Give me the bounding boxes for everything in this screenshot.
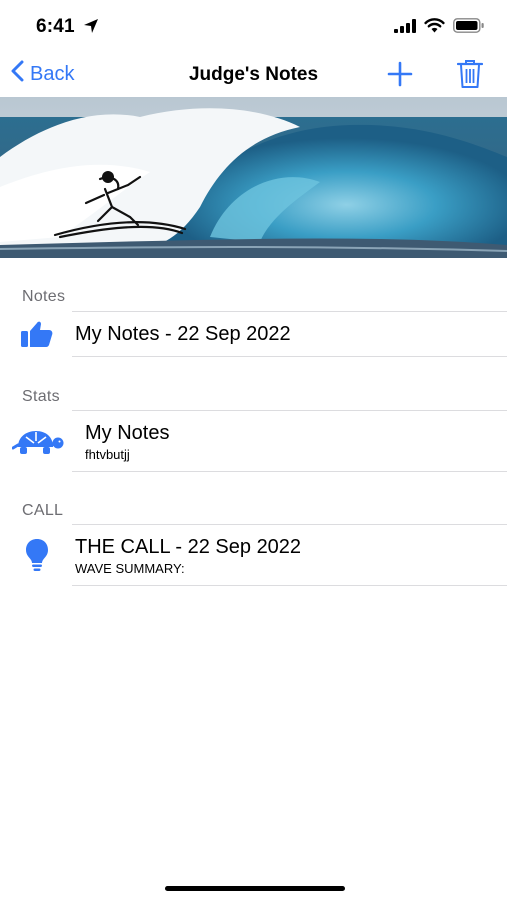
- section-header-notes: Notes: [22, 288, 66, 305]
- trash-icon[interactable]: [456, 59, 484, 94]
- row-divider: [72, 585, 507, 586]
- cellular-signal-icon: [394, 18, 416, 38]
- list-item-notes[interactable]: My Notes - 22 Sep 2022: [0, 312, 507, 356]
- section-header-stats: Stats: [22, 388, 60, 405]
- battery-icon: [453, 18, 485, 38]
- navigation-bar: Back Judge's Notes: [0, 56, 507, 96]
- section-header-call: CALL: [22, 502, 64, 519]
- row-subtitle: fhtvbutjj: [85, 447, 130, 462]
- turtle-icon: [11, 429, 64, 462]
- row-title: My Notes - 22 Sep 2022: [75, 323, 291, 345]
- row-title: THE CALL - 22 Sep 2022: [75, 536, 302, 558]
- row-divider: [72, 471, 507, 472]
- row-title: My Notes: [85, 422, 170, 444]
- status-time: 6:41: [36, 16, 75, 37]
- hero-banner-image: [0, 97, 507, 258]
- location-arrow-icon: [83, 18, 99, 39]
- plus-icon[interactable]: [387, 61, 413, 92]
- wifi-icon: [424, 18, 445, 38]
- row-subtitle: WAVE SUMMARY:: [75, 561, 185, 576]
- thumbs-up-icon: [20, 320, 54, 353]
- list-item-call[interactable]: THE CALL - 22 Sep 2022 WAVE SUMMARY:: [0, 525, 507, 585]
- status-icons: [394, 18, 485, 38]
- row-divider: [72, 356, 507, 357]
- chevron-left-icon: [10, 60, 24, 88]
- page-title: Judge's Notes: [188, 64, 319, 85]
- back-button[interactable]: Back: [10, 60, 74, 88]
- status-bar: 6:41: [0, 0, 507, 52]
- back-button-label: Back: [30, 62, 75, 85]
- list-item-stats[interactable]: My Notes fhtvbutjj: [0, 411, 507, 471]
- home-indicator[interactable]: [165, 886, 345, 891]
- lightbulb-icon: [25, 538, 49, 577]
